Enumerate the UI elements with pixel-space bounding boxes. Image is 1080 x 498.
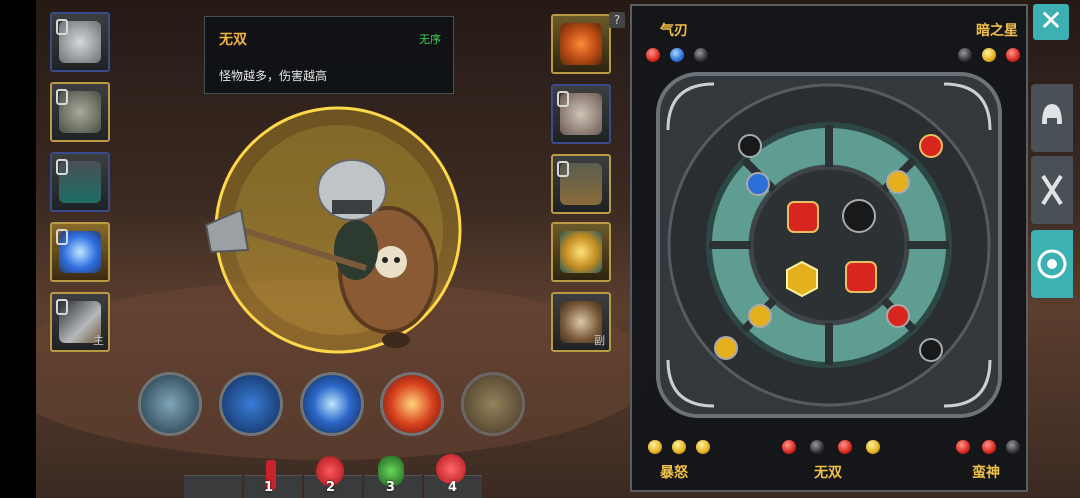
- equip-slot-belt[interactable]: [50, 152, 110, 212]
- gem-wheel: [656, 72, 1002, 418]
- equip-slot-amulet[interactable]: [551, 14, 611, 74]
- gem-gold: [866, 440, 880, 454]
- lock-icon: [56, 89, 68, 105]
- lock-icon: [56, 19, 68, 35]
- tooltip-tag: 无序: [419, 33, 441, 46]
- equip-slot-gloves[interactable]: [551, 84, 611, 144]
- shatter-skill-icon[interactable]: [300, 372, 364, 436]
- equip-slot-shield[interactable]: 副: [551, 292, 611, 352]
- equip-slot-boots[interactable]: [551, 154, 611, 214]
- gem-red: [782, 440, 796, 454]
- gem-red: [646, 48, 660, 62]
- potion-slot-4[interactable]: 4: [424, 454, 482, 498]
- weapons-tab-icon[interactable]: [1031, 156, 1073, 224]
- equip-slot-helmet[interactable]: [50, 12, 110, 72]
- sword-strike-skill-icon[interactable]: [138, 372, 202, 436]
- gem-red: [1006, 48, 1020, 62]
- potion-count: 2: [326, 480, 336, 495]
- gem-black: [694, 48, 708, 62]
- panel-label-rage: 暴怒: [660, 465, 688, 481]
- panel-label-barbarian-god: 蛮神: [972, 465, 1000, 481]
- potion-slot-1[interactable]: 1: [244, 460, 302, 498]
- gem-wheel-tab-icon[interactable]: [1031, 230, 1073, 298]
- gold-ring-icon: [560, 231, 602, 273]
- gem-black: [810, 440, 824, 454]
- potion-count: 4: [448, 480, 458, 495]
- panel-label-unrivaled: 无双: [814, 465, 842, 481]
- equip-slot-weapon[interactable]: 主: [50, 292, 110, 352]
- main-weapon-badge: 主: [93, 334, 104, 347]
- potion-count: 3: [386, 480, 396, 495]
- lock-icon: [557, 161, 569, 177]
- panel-label-dark-star: 暗之星: [976, 23, 1018, 39]
- lock-icon: [56, 299, 68, 315]
- gem-gold: [982, 48, 996, 62]
- gem-black: [1006, 440, 1020, 454]
- dash-skill-icon[interactable]: [219, 372, 283, 436]
- help-icon[interactable]: ?: [609, 12, 625, 28]
- gem-blue: [670, 48, 684, 62]
- gem-panel: 气刃 暗之星 暴怒 无双 蛮神: [630, 4, 1028, 492]
- helmet-tab-icon[interactable]: [1031, 84, 1073, 152]
- gem-red: [956, 440, 970, 454]
- lock-icon: [56, 159, 68, 175]
- lock-icon: [557, 91, 569, 107]
- gem-gold: [696, 440, 710, 454]
- potion-slot-empty: [184, 475, 242, 498]
- gem-red: [982, 440, 996, 454]
- potion-slot-3[interactable]: 3: [364, 456, 422, 498]
- amulet-icon: [560, 23, 602, 65]
- gem-red: [838, 440, 852, 454]
- tooltip-title: 无双: [219, 32, 247, 48]
- lock-icon: [56, 229, 68, 245]
- blade-rain-skill-icon[interactable]: [380, 372, 444, 436]
- offhand-badge: 副: [594, 334, 605, 347]
- equip-slot-gold-ring[interactable]: [551, 222, 611, 282]
- panel-label-qi-blade: 气刃: [660, 23, 688, 39]
- potion-count: 1: [264, 480, 274, 495]
- gem-gold: [672, 440, 686, 454]
- potion-slot-2[interactable]: 2: [304, 456, 362, 498]
- equip-slot-ring[interactable]: [50, 222, 110, 282]
- tooltip-description: 怪物越多，伤害越高: [219, 69, 328, 83]
- equip-slot-chest[interactable]: [50, 82, 110, 142]
- left-border: [0, 0, 36, 498]
- gem-gold: [648, 440, 662, 454]
- close-button[interactable]: ✕: [1033, 4, 1069, 40]
- skill-tooltip: 无双 无序 怪物越多，伤害越高: [204, 16, 454, 94]
- gem-black: [958, 48, 972, 62]
- spin-skill-icon[interactable]: [461, 372, 525, 436]
